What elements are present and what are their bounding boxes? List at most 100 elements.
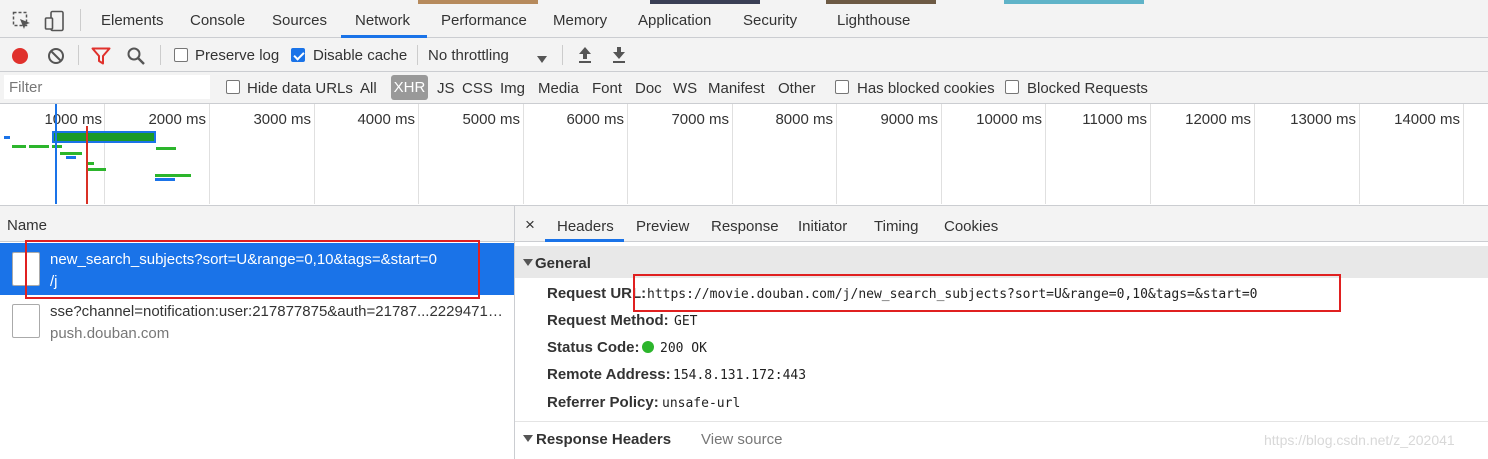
expand-triangle-icon[interactable]	[523, 435, 533, 442]
timeline-tick: 13000 ms	[1290, 111, 1356, 128]
tab-headers[interactable]: Headers	[557, 218, 614, 235]
type-filter-xhr[interactable]: XHR	[391, 75, 428, 100]
tab-lighthouse[interactable]: Lighthouse	[837, 12, 910, 29]
grid-line	[1463, 104, 1464, 204]
status-code-key: Status Code:	[547, 339, 640, 356]
timeline-tick: 11000 ms	[1082, 111, 1147, 128]
tab-sources[interactable]: Sources	[272, 12, 327, 29]
request-name: sse?channel=notification:user:217877875&…	[50, 303, 506, 320]
timeline-request-bar	[60, 152, 82, 155]
tab-security[interactable]: Security	[743, 12, 797, 29]
preserve-log-label: Preserve log	[195, 47, 280, 64]
type-filter-media[interactable]: Media	[538, 80, 579, 97]
request-row[interactable]: sse?channel=notification:user:217877875&…	[0, 295, 514, 347]
hide-data-urls-label: Hide data URLs	[247, 80, 353, 97]
network-overview[interactable]: 1000 ms 2000 ms 3000 ms 4000 ms 5000 ms …	[0, 104, 1488, 206]
close-icon[interactable]: ×	[525, 215, 535, 235]
response-headers-section-title[interactable]: Response Headers	[536, 431, 671, 448]
page-thumbnail-strip	[650, 0, 760, 4]
grid-line	[732, 104, 733, 204]
disable-cache-label: Disable cache	[313, 47, 408, 64]
referrer-policy-value: unsafe-url	[662, 396, 741, 411]
inspect-element-icon[interactable]	[12, 11, 32, 35]
tab-response[interactable]: Response	[711, 218, 779, 235]
request-url-key: Request URL:	[547, 285, 647, 302]
type-filter-doc[interactable]: Doc	[635, 80, 662, 97]
preserve-log-checkbox[interactable]	[174, 48, 188, 62]
separator	[417, 45, 418, 65]
status-ok-icon	[642, 341, 654, 353]
export-har-icon[interactable]	[611, 46, 627, 68]
search-icon[interactable]	[126, 46, 146, 70]
view-source-link[interactable]: View source	[701, 431, 782, 448]
tab-memory[interactable]: Memory	[553, 12, 607, 29]
grid-line	[209, 104, 210, 204]
grid-line	[314, 104, 315, 204]
grid-line	[1045, 104, 1046, 204]
section-divider	[515, 421, 1488, 422]
dropdown-arrow-icon[interactable]	[537, 51, 547, 68]
throttling-select[interactable]: No throttling	[428, 47, 509, 64]
type-filter-js[interactable]: JS	[437, 80, 455, 97]
dom-content-loaded-marker	[55, 104, 57, 204]
device-toolbar-icon[interactable]	[44, 10, 66, 36]
request-path: push.douban.com	[50, 325, 170, 342]
grid-line	[104, 104, 105, 204]
type-filter-other[interactable]: Other	[778, 80, 816, 97]
type-filter-all[interactable]: All	[360, 80, 377, 97]
tab-cookies[interactable]: Cookies	[944, 218, 998, 235]
timeline-request-bar	[12, 145, 26, 148]
type-filter-img[interactable]: Img	[500, 80, 525, 97]
grid-line	[1254, 104, 1255, 204]
tab-console[interactable]: Console	[190, 12, 245, 29]
tab-elements[interactable]: Elements	[101, 12, 164, 29]
name-column-header[interactable]: Name	[0, 206, 514, 242]
expand-triangle-icon	[523, 259, 533, 266]
type-filter-ws[interactable]: WS	[673, 80, 697, 97]
timeline-request-bar	[4, 136, 10, 139]
timeline-tick: 5000 ms	[462, 111, 520, 128]
page-thumbnail-strip	[418, 0, 538, 4]
active-detail-tab-indicator	[545, 239, 624, 242]
timeline-tick: 12000 ms	[1185, 111, 1251, 128]
type-filter-manifest[interactable]: Manifest	[708, 80, 765, 97]
tab-network[interactable]: Network	[355, 12, 410, 29]
timeline-request-bar	[88, 162, 94, 165]
separator	[80, 9, 81, 31]
timeline-tick: 10000 ms	[976, 111, 1042, 128]
has-blocked-cookies-checkbox[interactable]	[835, 80, 849, 94]
type-filter-css[interactable]: CSS	[462, 80, 493, 97]
network-toolbar: Preserve log Disable cache No throttling	[0, 38, 1488, 72]
timeline-request-bar	[155, 178, 175, 181]
referrer-policy-key: Referrer Policy:	[547, 394, 659, 411]
clear-icon[interactable]	[47, 47, 65, 69]
remote-address-value: 154.8.131.172:443	[673, 368, 807, 383]
type-filter-font[interactable]: Font	[592, 80, 622, 97]
annotation-box-url	[633, 274, 1341, 312]
timeline-tick: 7000 ms	[671, 111, 729, 128]
timeline-request-bar	[156, 147, 176, 150]
general-section-title: General	[535, 255, 591, 272]
devtools-tab-bar: Elements Console Sources Network Perform…	[0, 0, 1488, 38]
load-event-marker	[86, 126, 88, 204]
tab-performance[interactable]: Performance	[441, 12, 527, 29]
tab-timing[interactable]: Timing	[874, 218, 918, 235]
hide-data-urls-checkbox[interactable]	[226, 80, 240, 94]
timeline-tick: 4000 ms	[357, 111, 415, 128]
tab-preview[interactable]: Preview	[636, 218, 689, 235]
document-icon	[12, 304, 40, 338]
request-method-key: Request Method:	[547, 312, 669, 329]
timeline-tick: 9000 ms	[880, 111, 938, 128]
has-blocked-cookies-label: Has blocked cookies	[857, 80, 995, 97]
tab-application[interactable]: Application	[638, 12, 711, 29]
filter-icon[interactable]	[91, 47, 111, 69]
separator	[160, 45, 161, 65]
record-icon[interactable]	[11, 47, 29, 69]
import-har-icon[interactable]	[577, 46, 593, 68]
detail-tab-bar: × Headers Preview Response Initiator Tim…	[515, 206, 1488, 242]
filter-input[interactable]	[4, 75, 210, 99]
disable-cache-checkbox[interactable]	[291, 48, 305, 62]
grid-line	[418, 104, 419, 204]
tab-initiator[interactable]: Initiator	[798, 218, 847, 235]
blocked-requests-checkbox[interactable]	[1005, 80, 1019, 94]
